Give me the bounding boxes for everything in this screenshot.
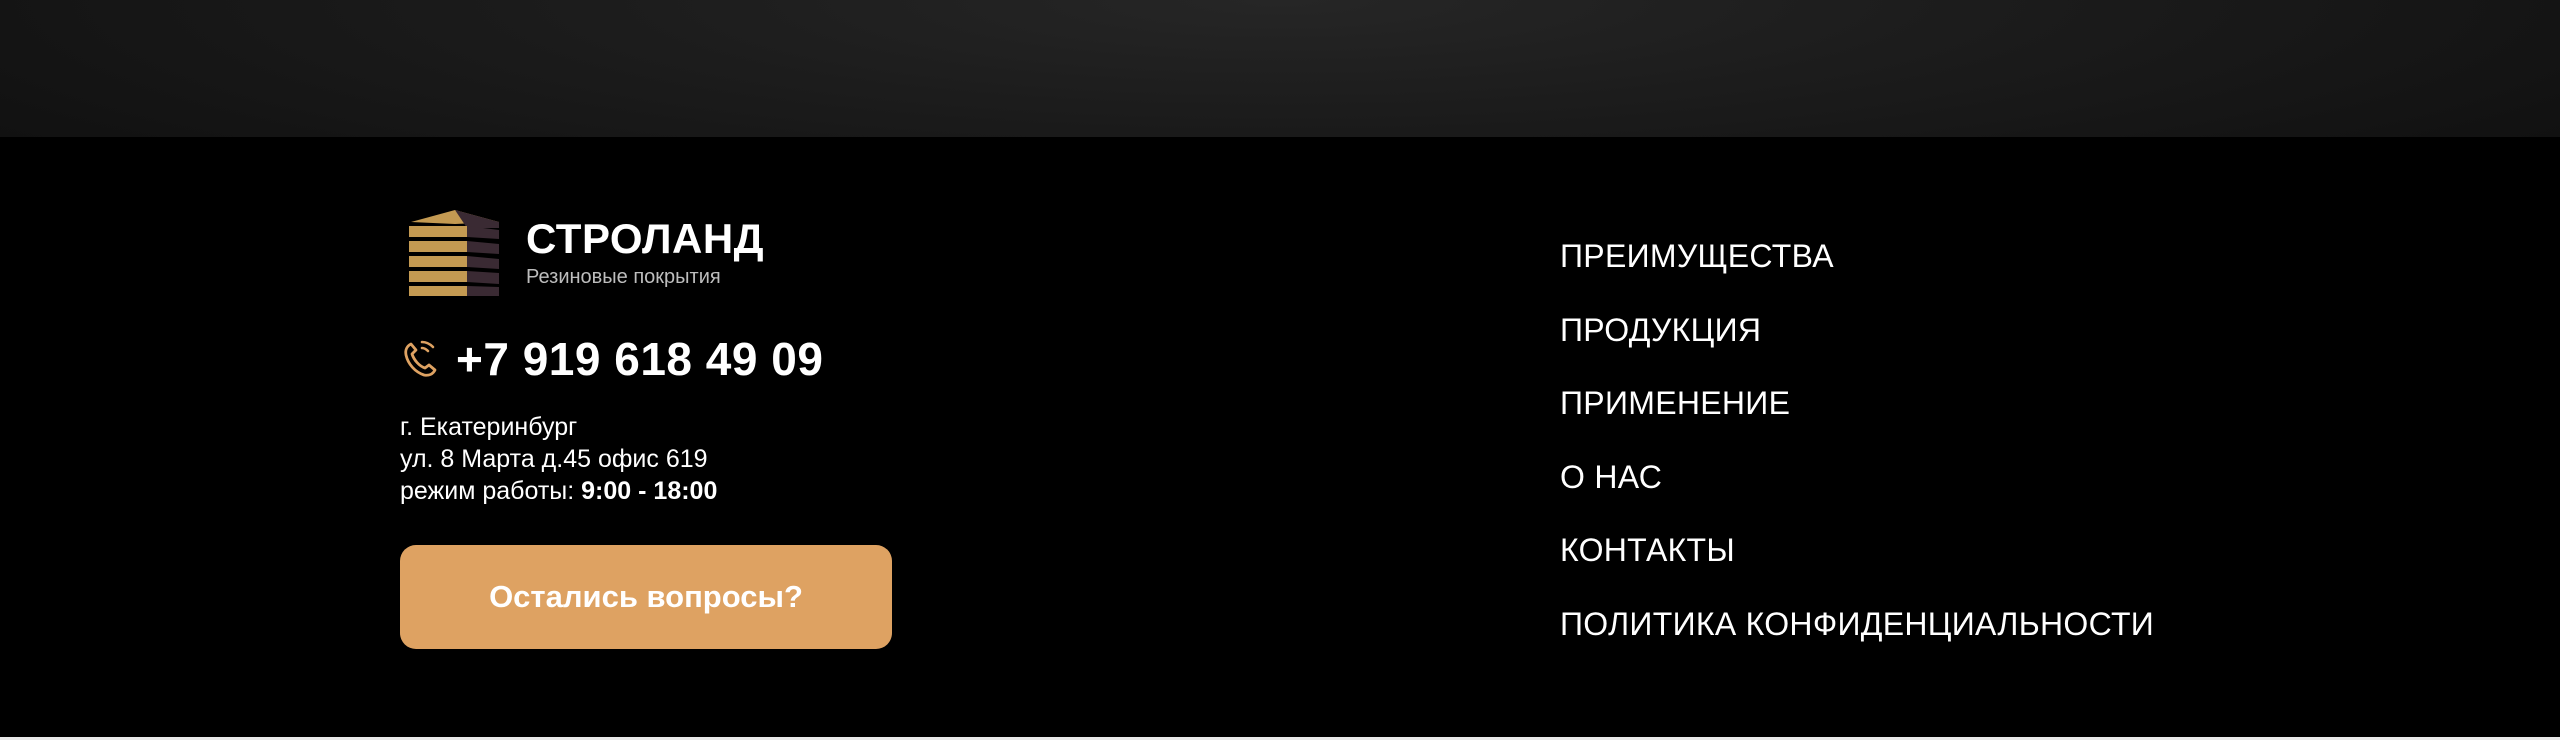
nav-item-products[interactable]: ПРОДУКЦИЯ: [1560, 310, 2260, 350]
working-hours-value: 9:00 - 18:00: [581, 477, 718, 505]
nav-item-application[interactable]: ПРИМЕНЕНИЕ: [1560, 383, 2260, 423]
stacked-tiles-logo-icon: [409, 210, 499, 296]
address-block: г. Екатеринбург ул. 8 Марта д.45 офис 61…: [400, 411, 717, 507]
page: СТРОЛАНД Резиновые покрытия +7 919 618 4…: [0, 0, 2560, 740]
brand-name: СТРОЛАНД: [526, 215, 765, 262]
nav-item-about[interactable]: О НАС: [1560, 457, 2260, 497]
brand-text: СТРОЛАНД Резиновые покрытия: [526, 216, 764, 290]
phone-number-link[interactable]: +7 919 618 49 09: [456, 333, 823, 385]
brand-tagline: Резиновые покрытия: [526, 266, 721, 288]
address-city: г. Екатеринбург: [400, 413, 578, 441]
nav-item-privacy-policy[interactable]: ПОЛИТИКА КОНФИДЕНЦИАЛЬНОСТИ: [1560, 604, 2260, 644]
phone-icon: [404, 340, 437, 377]
questions-button[interactable]: Остались вопросы?: [400, 545, 892, 649]
nav-item-advantages[interactable]: ПРЕИМУЩЕСТВА: [1560, 236, 2260, 276]
brand-logo[interactable]: СТРОЛАНД Резиновые покрытия: [405, 208, 825, 298]
working-hours: режим работы: 9:00 - 18:00: [400, 475, 717, 507]
top-dark-band: [0, 0, 2560, 137]
phone-row: +7 919 618 49 09: [400, 333, 823, 385]
footer-nav: ПРЕИМУЩЕСТВА ПРОДУКЦИЯ ПРИМЕНЕНИЕ О НАС …: [1560, 236, 2260, 677]
address-street: ул. 8 Марта д.45 офис 619: [400, 445, 708, 473]
working-hours-label: режим работы:: [400, 477, 575, 505]
nav-item-contacts[interactable]: КОНТАКТЫ: [1560, 530, 2260, 570]
